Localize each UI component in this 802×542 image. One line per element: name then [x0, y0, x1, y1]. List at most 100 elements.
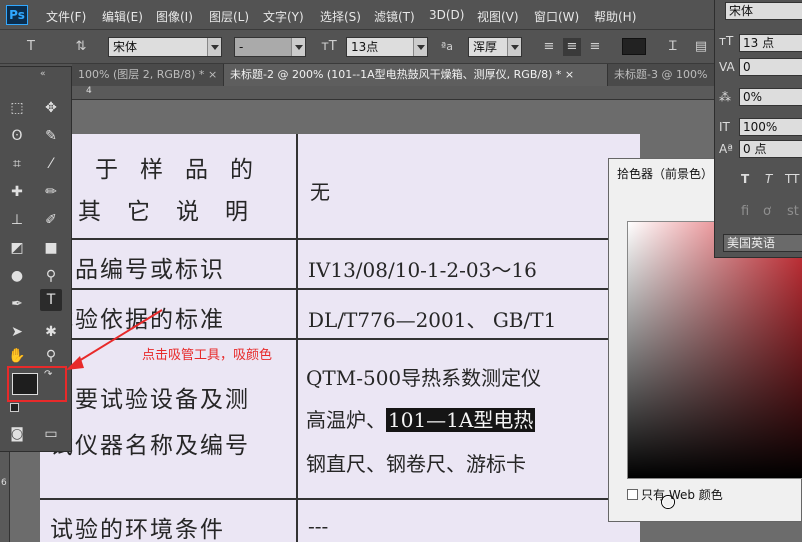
close-icon[interactable]: ×	[208, 68, 217, 81]
char-tracking-field[interactable]: 0	[739, 58, 802, 76]
horizontal-ruler: 4	[72, 86, 802, 100]
chevron-down-icon	[207, 38, 221, 56]
vertical-scale-icon: IT	[719, 120, 730, 134]
color-field[interactable]	[627, 221, 802, 508]
marquee-tool-icon[interactable]: ⬚	[6, 97, 28, 119]
font-style-select[interactable]: -	[234, 37, 306, 57]
text-color-swatch[interactable]	[622, 38, 646, 55]
menu-select[interactable]: 选择(S)	[320, 8, 361, 25]
tab-document-1[interactable]: 100% (图层 2, RGB/8) * ×	[72, 64, 224, 86]
close-icon[interactable]: ×	[565, 68, 574, 81]
healing-brush-tool-icon[interactable]: ✚	[6, 181, 28, 203]
antialias-icon: ªa	[441, 40, 453, 53]
chevron-down-icon	[507, 38, 521, 56]
antialias-select[interactable]: 浑厚	[468, 37, 522, 57]
row-value: 钢直尺、钢卷尺、游标卡	[306, 452, 526, 476]
row-value: ---	[308, 514, 329, 538]
tab-label: 未标题-2 @ 200% (101--1A型电热鼓风干燥箱、测厚仪, RGB/8…	[230, 68, 562, 81]
type-tool-preset-icon[interactable]: T	[22, 38, 40, 56]
menu-image[interactable]: 图像(I)	[156, 8, 193, 25]
antialias-value: 浑厚	[473, 40, 498, 54]
ruler-label: 6	[1, 478, 7, 488]
align-center-icon[interactable]: ≡	[563, 38, 581, 56]
char-scale-field[interactable]: 0%	[739, 88, 802, 106]
font-size-icon: ᴛT	[321, 39, 337, 54]
type-tool-icon[interactable]: T	[40, 289, 62, 311]
dodge-tool-icon[interactable]: ⚲	[40, 265, 62, 287]
font-size-select[interactable]: 13点	[346, 37, 428, 57]
history-brush-tool-icon[interactable]: ✐	[40, 209, 62, 231]
row-label: 关于样品的	[50, 157, 275, 183]
char-vscale-field[interactable]: 100%	[739, 118, 802, 136]
web-colors-checkbox[interactable]	[627, 489, 638, 500]
highlight-box	[7, 366, 67, 402]
gradient-tool-icon[interactable]: ■	[40, 237, 62, 259]
hand-tool-icon[interactable]: ✋	[6, 345, 28, 367]
faux-italic-icon[interactable]: T	[765, 172, 772, 186]
warp-text-icon[interactable]: Ꮖ	[664, 38, 682, 56]
toggle-orientation-icon[interactable]: ⇅	[72, 38, 90, 56]
pen-tool-icon[interactable]: ✒	[6, 293, 28, 315]
menu-help[interactable]: 帮助(H)	[594, 8, 636, 25]
menu-window[interactable]: 窗口(W)	[534, 8, 579, 25]
scale-icon: ⁂	[719, 90, 731, 104]
brush-tool-icon[interactable]: ✏	[40, 181, 62, 203]
collapse-panel-icon[interactable]: «	[40, 69, 46, 79]
align-right-icon[interactable]: ≡	[586, 38, 604, 56]
kerning-icon: VA	[719, 60, 735, 74]
default-colors-icon[interactable]	[10, 403, 19, 412]
options-bar: T ⇅ 宋体 - ᴛT 13点 ªa 浑厚 ≡ ≡ ≡ Ꮖ ▤	[0, 30, 802, 64]
menu-filter[interactable]: 滤镜(T)	[374, 8, 415, 25]
web-colors-label: 只有 Web 颜色	[641, 488, 723, 502]
selected-text[interactable]: 101—1A型电热	[386, 408, 536, 432]
document-tabs: 100% (图层 2, RGB/8) * × 未标题-2 @ 200% (101…	[72, 64, 802, 86]
tab-label: 未标题-3 @ 100%	[614, 68, 708, 81]
character-panel: 宋体 ᴛT 13 点 VA 0 ⁂ 0% IT 100% Aª 0 点 T T …	[714, 0, 802, 258]
quick-select-tool-icon[interactable]: ✎	[40, 125, 62, 147]
quick-mask-icon[interactable]: ◙	[6, 423, 28, 445]
menu-edit[interactable]: 编辑(E)	[102, 8, 143, 25]
annotation-text: 点击吸管工具，吸颜色	[142, 348, 273, 363]
font-size-value: 13点	[351, 40, 379, 54]
row-value: IV13/08/10-1-2-03～16	[308, 258, 537, 282]
font-family-value: 宋体	[113, 40, 138, 54]
tab-document-2[interactable]: 未标题-2 @ 200% (101--1A型电热鼓风干燥箱、测厚仪, RGB/8…	[224, 64, 608, 86]
baseline-shift-icon: Aª	[719, 142, 733, 156]
menu-3d[interactable]: 3D(D)	[429, 8, 464, 22]
zoom-tool-icon[interactable]: ⚲	[40, 345, 62, 367]
menu-file[interactable]: 文件(F)	[46, 8, 86, 25]
menu-type[interactable]: 文字(Y)	[263, 8, 304, 25]
ordinal-icon[interactable]: ơ	[763, 204, 771, 219]
align-left-icon[interactable]: ≡	[540, 38, 558, 56]
eraser-tool-icon[interactable]: ◩	[6, 237, 28, 259]
char-baseline-field[interactable]: 0 点	[739, 140, 802, 158]
faux-bold-icon[interactable]: T	[741, 172, 749, 186]
toggle-panels-icon[interactable]: ▤	[692, 38, 710, 56]
shape-tool-icon[interactable]: ✱	[40, 321, 62, 343]
font-size-icon: ᴛT	[719, 34, 734, 48]
screen-mode-icon[interactable]: ▭	[40, 423, 62, 445]
path-select-tool-icon[interactable]: ➤	[6, 321, 28, 343]
all-caps-icon[interactable]: TT	[785, 172, 799, 186]
row-label: 试验的环境条件	[50, 517, 225, 542]
char-font-select[interactable]: 宋体	[725, 2, 802, 20]
crop-tool-icon[interactable]: ⌗	[6, 153, 28, 175]
ligature-icon[interactable]: fi	[741, 204, 749, 219]
photoshop-logo: Ps	[6, 5, 28, 25]
lasso-tool-icon[interactable]: ʘ	[6, 125, 28, 147]
eyedropper-tool-icon[interactable]: ⁄	[40, 153, 62, 175]
row-value: 高温炉、 101—1A型电热	[306, 404, 536, 433]
row-value: DL/T776—2001、 GB/T1	[308, 308, 557, 332]
chevron-down-icon	[413, 38, 427, 56]
char-size-field[interactable]: 13 点	[739, 34, 802, 52]
font-family-select[interactable]: 宋体	[108, 37, 222, 57]
row-value: QTM-500导热系数测定仪	[306, 366, 542, 390]
menu-layer[interactable]: 图层(L)	[209, 8, 249, 25]
stamp-tool-icon[interactable]: ⊥	[6, 209, 28, 231]
blur-tool-icon[interactable]: ●	[6, 265, 28, 287]
menu-view[interactable]: 视图(V)	[477, 8, 519, 25]
font-style-value: -	[239, 40, 244, 54]
discretionary-ligature-icon[interactable]: st	[787, 204, 799, 219]
move-tool-icon[interactable]: ✥	[40, 97, 62, 119]
language-select[interactable]: 美国英语	[723, 234, 802, 252]
